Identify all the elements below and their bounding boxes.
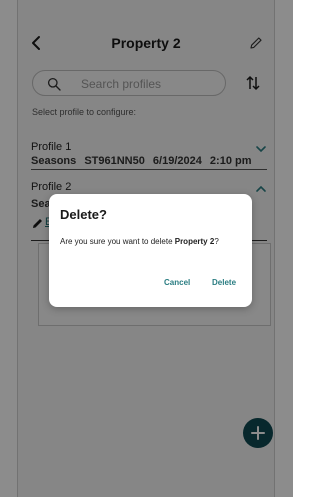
dialog-message: Are you sure you want to delete Property… (60, 237, 250, 246)
dialog-title: Delete? (60, 207, 107, 222)
delete-dialog: Delete? Are you sure you want to delete … (49, 194, 252, 307)
dialog-message-target: Property 2 (174, 237, 215, 246)
dialog-message-prefix: Are you sure you want to delete (60, 237, 175, 246)
delete-button[interactable]: Delete (209, 276, 239, 289)
cancel-button[interactable]: Cancel (161, 276, 193, 289)
dialog-message-suffix: ? (214, 237, 219, 246)
